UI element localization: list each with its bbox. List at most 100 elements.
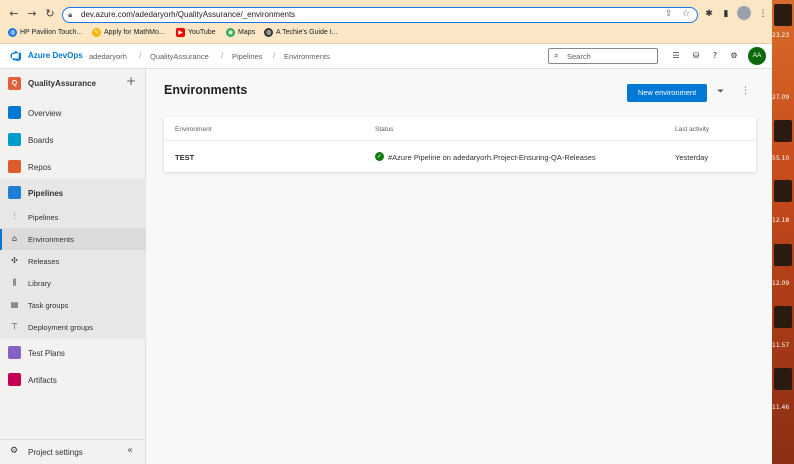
more-options-icon[interactable]: ⋮ xyxy=(741,86,750,96)
environments-icon: ⌂ xyxy=(11,234,18,243)
sidebar-subitem-releases[interactable]: ✣ Releases xyxy=(0,250,146,272)
desktop-file[interactable]: 12.09 xyxy=(772,244,794,287)
bookmark-label: YouTube xyxy=(188,29,216,36)
brand-name[interactable]: Azure DevOps xyxy=(28,51,83,60)
sidebar-item-label: Artifacts xyxy=(28,376,57,385)
project-settings-label: Project settings xyxy=(28,448,83,457)
sidebar-subitem-deployment-groups[interactable]: ⊤ Deployment groups xyxy=(0,316,146,338)
sidebar-item-label: Test Plans xyxy=(28,349,65,358)
user-settings-icon[interactable]: ⚙ xyxy=(728,50,740,62)
pipelines-icon xyxy=(8,186,21,199)
sidebar-item-test-plans[interactable]: Test Plans xyxy=(0,341,146,365)
sidebar-subitem-label: Releases xyxy=(28,257,60,266)
breadcrumb-separator: / xyxy=(273,51,276,60)
breadcrumb-separator: / xyxy=(139,51,142,60)
bookmark-item[interactable]: ✎ Apply for MathMo... xyxy=(92,28,165,37)
azure-devops-logo-icon[interactable] xyxy=(10,50,22,62)
breadcrumb-project[interactable]: QualityAssurance xyxy=(150,52,209,61)
sidebar-item-overview[interactable]: Overview xyxy=(0,101,146,125)
sidebar-subitem-label: Deployment groups xyxy=(28,323,94,332)
sidebar-item-boards[interactable]: Boards xyxy=(0,128,146,152)
pipelines-group: Pipelines ⫶ Pipelines ⌂ Environments ✣ R… xyxy=(0,179,146,339)
sidebar-item-pipelines[interactable]: Pipelines xyxy=(0,181,146,205)
sidebar-item-repos[interactable]: Repos xyxy=(0,155,146,179)
forward-icon[interactable]: → xyxy=(24,6,40,22)
shopping-bag-icon[interactable]: ⛁ xyxy=(690,50,702,62)
desktop-file[interactable]: 11.57 xyxy=(772,306,794,349)
bookmark-item[interactable]: ◍ A Techie's Guide I... xyxy=(264,28,338,37)
search-placeholder: Search xyxy=(567,52,591,61)
breadcrumb-organization[interactable]: adedaryorh xyxy=(89,52,127,61)
sidebar: Q QualityAssurance + Overview Boards Rep… xyxy=(0,69,146,464)
extensions-icon[interactable]: ✱ xyxy=(702,7,716,21)
sidebar-item-label: Boards xyxy=(28,136,54,145)
sidebar-item-artifacts[interactable]: Artifacts xyxy=(0,368,146,392)
sidebar-subitem-library[interactable]: ⫼ Library xyxy=(0,272,146,294)
desktop-file[interactable]: 12.18 xyxy=(772,180,794,224)
avatar[interactable]: AA xyxy=(748,47,766,65)
releases-icon: ✣ xyxy=(11,256,18,265)
filter-icon[interactable]: ⏷ xyxy=(717,87,724,97)
sidebar-subitem-pipelines[interactable]: ⫶ Pipelines xyxy=(0,206,146,228)
project-settings[interactable]: ⚙ Project settings « xyxy=(0,439,146,463)
column-header-environment[interactable]: Environment xyxy=(175,126,212,133)
last-activity: Yesterday xyxy=(675,153,709,162)
breadcrumb-separator: / xyxy=(221,51,224,60)
project-selector[interactable]: Q QualityAssurance + xyxy=(0,69,146,97)
side-panel-icon[interactable]: ▮ xyxy=(719,7,733,21)
globe-icon: ◍ xyxy=(264,28,273,37)
artifacts-icon xyxy=(8,373,21,386)
browser-window: ← → ↻ 🔒︎ dev.azure.com/adedaryorh/Qualit… xyxy=(0,0,772,464)
desktop-background: 23.23 27.09 55.10 12.18 12.09 11.57 11.4… xyxy=(772,0,794,464)
browser-profile-avatar[interactable] xyxy=(737,6,751,20)
youtube-icon: ▶ xyxy=(176,28,185,37)
test-plans-icon xyxy=(8,346,21,359)
bookmark-item[interactable]: ▶ YouTube xyxy=(176,28,216,37)
address-bar[interactable]: 🔒︎ dev.azure.com/adedaryorh/QualityAssur… xyxy=(62,7,698,23)
help-icon[interactable]: ? xyxy=(709,50,721,62)
add-icon[interactable]: + xyxy=(126,74,136,88)
sidebar-subitem-label: Pipelines xyxy=(28,213,59,222)
page-title: Environments xyxy=(164,83,248,97)
breadcrumb-pipelines[interactable]: Pipelines xyxy=(232,52,262,61)
desktop-file[interactable]: 11.46 xyxy=(772,368,794,411)
task-groups-icon: ▤ xyxy=(10,300,19,309)
lock-icon[interactable]: 🔒︎ xyxy=(68,10,72,20)
desktop-file[interactable]: 55.10 xyxy=(772,120,794,162)
project-badge: Q xyxy=(8,77,21,90)
overview-icon xyxy=(8,106,21,119)
desktop-file-label: 11.57 xyxy=(772,342,790,349)
list-icon[interactable]: ☰ xyxy=(670,50,682,62)
status-text[interactable]: #Azure Pipeline on adedaryorh.Project-En… xyxy=(388,153,596,162)
collapse-sidebar-icon[interactable]: « xyxy=(127,445,133,456)
bookmark-label: HP Pavilion Touch... xyxy=(20,29,83,36)
environment-name[interactable]: TEST xyxy=(175,153,194,162)
column-header-status[interactable]: Status xyxy=(375,126,393,133)
bookmark-item[interactable]: ◉ Maps xyxy=(226,28,255,37)
desktop-file[interactable]: 23.23 xyxy=(772,4,794,39)
desktop-file[interactable]: 27.09 xyxy=(772,64,794,101)
divider xyxy=(164,140,756,141)
boards-icon xyxy=(8,133,21,146)
url-text[interactable]: dev.azure.com/adedaryorh/QualityAssuranc… xyxy=(81,10,295,19)
browser-menu-icon[interactable]: ⋮ xyxy=(756,7,770,21)
bookmark-label: Apply for MathMo... xyxy=(104,29,165,36)
bookmark-item[interactable]: ◍ HP Pavilion Touch... xyxy=(8,28,82,37)
sidebar-subitem-label: Task groups xyxy=(28,301,69,310)
back-icon[interactable]: ← xyxy=(6,6,22,22)
bookmarks-bar: ◍ HP Pavilion Touch... ✎ Apply for MathM… xyxy=(0,26,772,42)
search-icon: ⌕ xyxy=(554,51,559,60)
pencil-icon: ✎ xyxy=(92,28,101,37)
column-header-last-activity[interactable]: Last activity xyxy=(675,126,709,133)
share-icon[interactable]: ⇪ xyxy=(665,9,673,19)
reload-icon[interactable]: ↻ xyxy=(42,6,58,22)
deployment-groups-icon: ⊤ xyxy=(11,322,18,331)
breadcrumb-environments[interactable]: Environments xyxy=(284,52,330,61)
project-name[interactable]: QualityAssurance xyxy=(28,79,96,88)
bookmark-star-icon[interactable]: ☆ xyxy=(682,9,690,19)
desktop-file-label: 11.46 xyxy=(772,404,790,411)
sidebar-subitem-environments[interactable]: ⌂ Environments xyxy=(0,228,146,250)
search-input[interactable]: ⌕ Search xyxy=(548,48,658,64)
new-environment-button[interactable]: New environment xyxy=(627,84,707,102)
sidebar-subitem-task-groups[interactable]: ▤ Task groups xyxy=(0,294,146,316)
